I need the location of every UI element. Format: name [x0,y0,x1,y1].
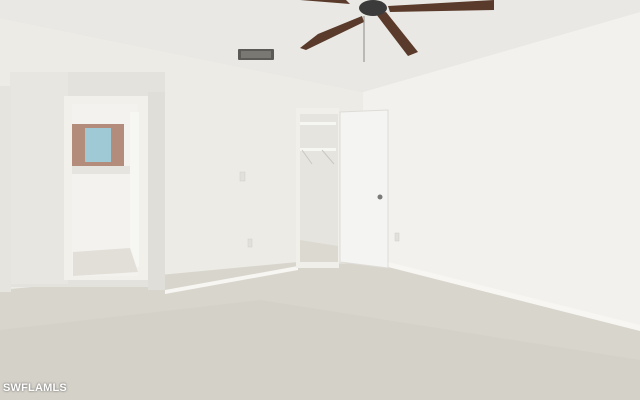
door-knob [377,194,383,200]
closet-shelf-bottom [300,148,336,151]
closet-interior [300,114,338,262]
bathroom-door-edge [130,112,139,267]
closet-door [339,109,389,269]
ceiling-vent-inner [241,51,271,58]
bathroom-counter [72,166,130,174]
hallway-right-wall [148,92,165,290]
left-wall-edge [0,86,11,292]
room-illustration [0,0,640,400]
closet-shelf-top [300,122,336,125]
wall-outlet-back [247,238,253,248]
wall-outlet-right [394,232,400,242]
hall-tile-floor [73,248,138,276]
fan-motor [359,0,387,16]
light-switch [239,171,246,182]
bathroom-window-glass [85,128,111,162]
hallway-left-wall [10,72,68,284]
room-photo: SWFLAMLS [0,0,640,400]
watermark: SWFLAMLS [3,382,67,394]
